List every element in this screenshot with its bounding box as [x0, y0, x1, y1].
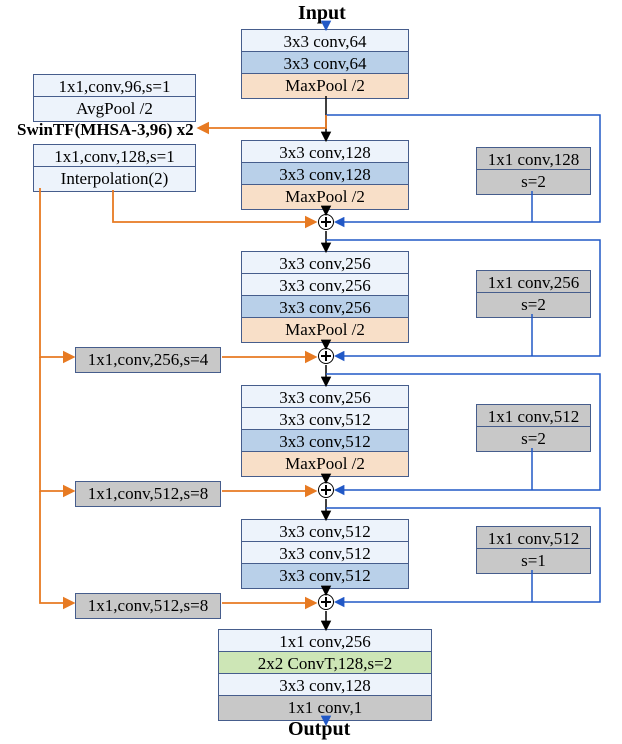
b2-mp: MaxPool /2	[241, 184, 409, 210]
output-label: Output	[288, 718, 350, 741]
skip-512a-l2: s=2	[476, 426, 591, 452]
side-swin: SwinTF(MHSA-3,96) x2	[17, 120, 194, 140]
proj-512b: 1x1,conv,512,s=8	[75, 593, 221, 619]
proj-256: 1x1,conv,256,s=4	[75, 347, 221, 373]
sum-2	[318, 348, 334, 364]
side-avgpool: AvgPool /2	[33, 96, 196, 122]
out-conv1: 1x1 conv,1	[218, 695, 432, 721]
b5-conv3: 3x3 conv,512	[241, 563, 409, 589]
skip-128-l2: s=2	[476, 169, 591, 195]
b3-mp: MaxPool /2	[241, 317, 409, 343]
side-interp: Interpolation(2)	[33, 166, 196, 192]
proj-512a: 1x1,conv,512,s=8	[75, 481, 221, 507]
input-label: Input	[298, 2, 346, 25]
b4-mp: MaxPool /2	[241, 451, 409, 477]
skip-512b-l2: s=1	[476, 548, 591, 574]
sum-4	[318, 594, 334, 610]
b1-mp: MaxPool /2	[241, 73, 409, 99]
sum-3	[318, 482, 334, 498]
skip-256-l2: s=2	[476, 292, 591, 318]
sum-1	[318, 214, 334, 230]
